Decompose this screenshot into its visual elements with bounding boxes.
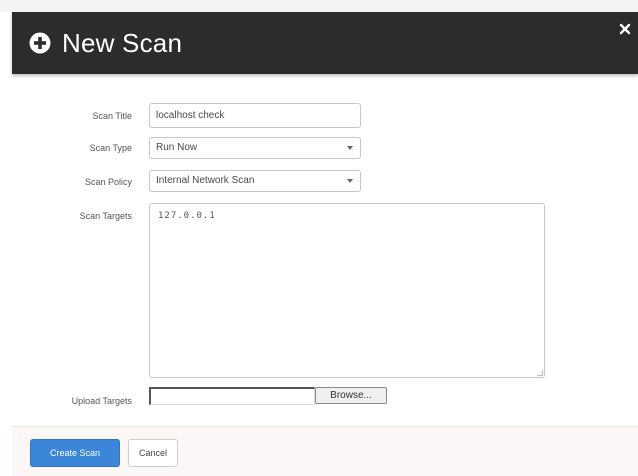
scan-targets-label: Scan Targets: [79, 211, 132, 221]
dialog-header: New Scan: [12, 12, 638, 74]
upload-targets-label: Upload Targets: [71, 396, 132, 406]
resize-grip-icon[interactable]: [537, 370, 543, 376]
scan-policy-select[interactable]: Internal Network Scan: [149, 170, 361, 192]
window-top-strip: [0, 0, 638, 12]
scan-type-label: Scan Type: [89, 143, 132, 153]
scan-policy-value: Internal Network Scan: [156, 175, 255, 186]
upload-targets-file-field[interactable]: [149, 387, 315, 405]
browse-button[interactable]: Browse...: [315, 387, 387, 404]
scan-title-input[interactable]: [149, 103, 361, 128]
chevron-down-icon: [347, 146, 353, 150]
chevron-down-icon: [347, 179, 353, 183]
cancel-button[interactable]: Cancel: [128, 439, 178, 467]
create-scan-button[interactable]: Create Scan: [30, 439, 120, 467]
scan-policy-label: Scan Policy: [84, 177, 132, 187]
dialog-footer: Create Scan Cancel: [12, 426, 638, 476]
scan-type-value: Run Now: [156, 142, 198, 153]
dialog-title: New Scan: [62, 28, 183, 58]
plus-circle-icon: [29, 32, 51, 54]
scan-title-label: Scan Title: [92, 111, 132, 121]
scan-type-select[interactable]: Run Now: [149, 137, 361, 159]
scan-targets-textarea[interactable]: 127.0.0.1: [149, 203, 545, 378]
close-icon[interactable]: [618, 22, 632, 36]
